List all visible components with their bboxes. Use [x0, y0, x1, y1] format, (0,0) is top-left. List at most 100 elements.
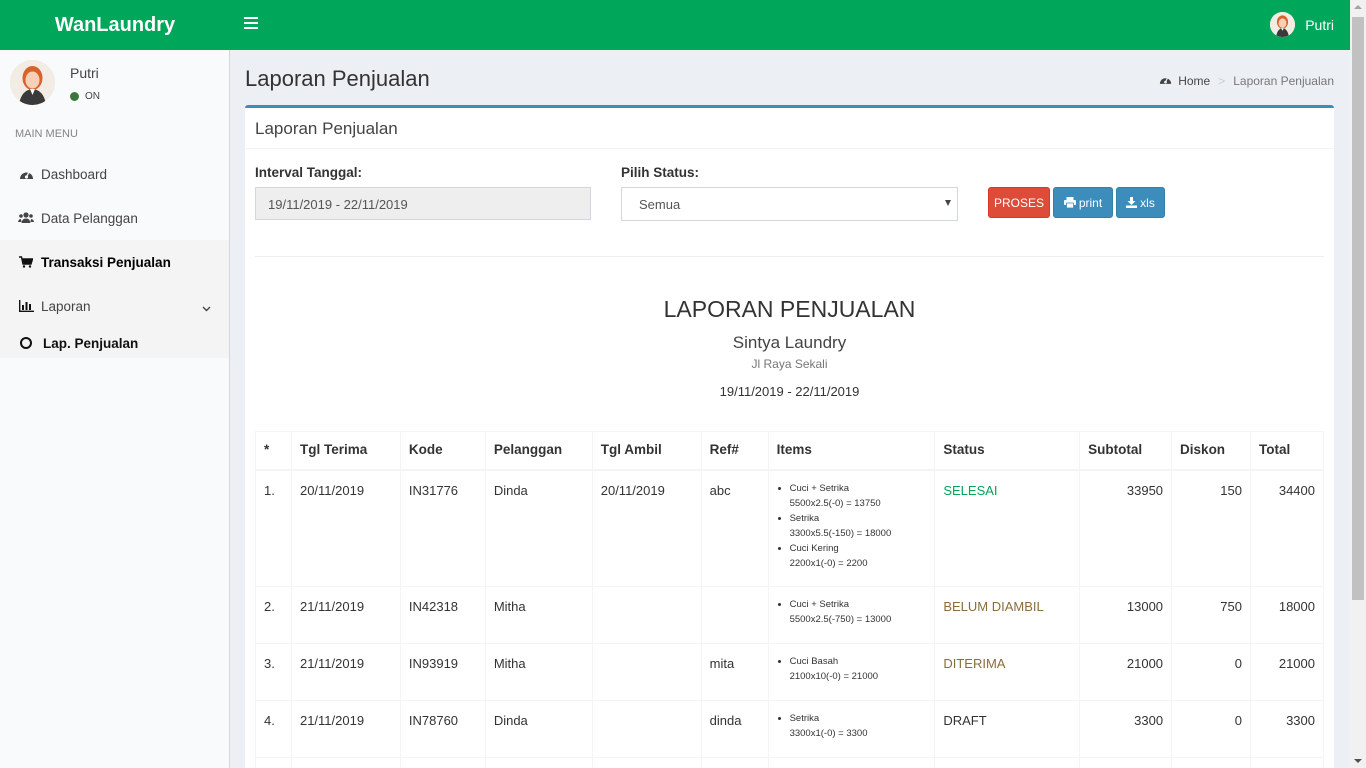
chevron-down-icon: [202, 300, 211, 315]
sidebar-item-dashboard[interactable]: Dashboard: [0, 152, 229, 196]
item-calc: 5500x2.5(-750) = 13000: [789, 614, 892, 625]
list-item: Cuci Kering 2200x1(-0) = 2200: [790, 541, 927, 571]
item-name: Cuci Basah: [789, 656, 839, 667]
user-panel: Putri ON: [10, 60, 220, 110]
cell-tgl-ambil: [591, 643, 702, 701]
breadcrumb: Home > Laporan Penjualan: [1159, 74, 1334, 88]
cell-total: 34400: [1249, 469, 1325, 587]
sidebar: Putri ON MAIN MENU Dashboard Data Pelang…: [0, 50, 230, 768]
cart-icon: [18, 255, 34, 269]
cell-pelanggan: Dinda: [484, 700, 593, 758]
column-header: Kode: [399, 431, 486, 471]
list-item: Cuci + Setrika 5500x2.5(-0) = 13750: [790, 481, 927, 511]
items-list: Cuci + Setrika 5500x2.5(-0) = 13750 Setri…: [777, 481, 927, 571]
item-calc: 2200x1(-0) = 2200: [789, 557, 868, 569]
print-icon: [1063, 197, 1076, 208]
report-heading: LAPORAN PENJUALAN: [663, 296, 916, 322]
circle-icon: [20, 337, 32, 349]
sidebar-item-label: Transaksi Penjualan: [41, 254, 171, 270]
cell-empty: [1171, 757, 1251, 768]
cell-items: Setrika 3300x1(-0) = 3300: [767, 700, 936, 758]
vertical-scrollbar[interactable]: [1350, 0, 1366, 768]
cell-empty: [255, 757, 292, 768]
status-label: ON: [85, 91, 100, 102]
cell-kode: IN31776: [399, 469, 486, 587]
list-item: Cuci Basah 2100x10(-0) = 21000: [790, 654, 927, 684]
print-button-label: print: [1078, 195, 1103, 210]
scroll-down-arrow-icon[interactable]: [1354, 759, 1362, 763]
cell-total: 3300: [1249, 700, 1325, 758]
user-menu[interactable]: Putri: [1270, 12, 1334, 37]
cell-tgl-terima: 21/11/2019: [290, 643, 401, 701]
cell-empty: [934, 757, 1081, 768]
status-filter-label: Pilih Status:: [621, 165, 700, 180]
breadcrumb-current: Laporan Penjualan: [1233, 74, 1334, 88]
cell-no: 1.: [255, 469, 292, 587]
date-range-input[interactable]: 19/11/2019 - 22/11/2019: [255, 187, 591, 220]
sidebar-item-transaksi-penjualan[interactable]: Transaksi Penjualan: [0, 240, 229, 284]
item-calc: 3300x5.5(-150) = 18000: [789, 527, 892, 539]
scrollbar-thumb[interactable]: [1352, 17, 1364, 600]
caret-down-icon: [945, 200, 951, 206]
list-item: Setrika 3300x5.5(-150) = 18000: [790, 511, 927, 541]
cell-empty: [399, 757, 486, 768]
cell-tgl-terima: 21/11/2019: [290, 700, 401, 758]
report-company: Sintya Laundry: [732, 333, 847, 352]
column-header: Items: [767, 431, 936, 471]
date-interval-label: Interval Tanggal:: [255, 165, 363, 180]
sidebar-item-label: Laporan: [41, 298, 91, 314]
table-row: 1. 20/11/2019 IN31776 Dinda 20/11/2019 a…: [255, 469, 1325, 587]
brand-logo[interactable]: WanLaundry: [0, 0, 230, 50]
table-header-row: * Tgl Terima Kode Pelanggan Tgl Ambil Re…: [255, 431, 1325, 471]
cell-empty: [290, 757, 401, 768]
cell-diskon: 0: [1171, 643, 1251, 701]
avatar: [10, 60, 55, 105]
cell-status: DRAFT: [934, 700, 1081, 758]
top-user-name: Putri: [1305, 16, 1334, 33]
column-header: Total: [1249, 431, 1325, 471]
list-item: Cuci + Setrika 5500x2.5(-750) = 13000: [790, 597, 927, 627]
cell-tgl-ambil: 20/11/2019: [591, 469, 702, 587]
sidebar-subitem-lap-penjualan[interactable]: Lap. Penjualan: [0, 328, 229, 358]
cell-ref: mita: [700, 643, 769, 701]
list-item: Setrika 3300x1(-0) = 3300: [790, 711, 927, 741]
cell-status: DITERIMA: [934, 643, 1081, 701]
item-name: Cuci + Setrika: [789, 599, 849, 610]
sidebar-item-data-pelanggan[interactable]: Data Pelanggan: [0, 196, 229, 240]
cell-empty: [1249, 757, 1325, 768]
cell-items: Cuci Basah 2100x10(-0) = 21000: [767, 643, 936, 701]
sidebar-item-label: Dashboard: [41, 166, 108, 182]
top-navbar: WanLaundry Putri: [0, 0, 1350, 50]
cell-no: 3.: [255, 643, 292, 701]
scroll-up-arrow-icon[interactable]: [1354, 5, 1362, 9]
hamburger-menu-icon[interactable]: [244, 17, 258, 31]
table-row: [255, 757, 1325, 768]
column-header: Status: [934, 431, 1081, 471]
column-header: Pelanggan: [484, 431, 593, 471]
sidebar-item-laporan[interactable]: Laporan: [0, 284, 229, 328]
cell-status: BELUM DIAMBIL: [934, 586, 1081, 644]
item-calc: 2100x10(-0) = 21000: [789, 671, 879, 682]
status-select[interactable]: Semua: [621, 187, 958, 221]
proses-button[interactable]: PROSES: [988, 187, 1050, 218]
column-header: Tgl Terima: [290, 431, 401, 471]
column-header: Diskon: [1171, 431, 1251, 471]
cell-ref: abc: [700, 469, 769, 587]
online-status: ON: [70, 91, 100, 102]
table-row: 3. 21/11/2019 IN93919 Mitha mita Cuci Ba…: [255, 643, 1325, 701]
box-title: Laporan Penjualan: [245, 108, 1334, 149]
users-icon: [18, 211, 34, 225]
item-name: Setrika: [789, 713, 820, 724]
cell-total: 18000: [1249, 586, 1325, 644]
dashboard-icon: [1159, 74, 1172, 88]
cell-kode: IN93919: [399, 643, 486, 701]
cell-empty: [484, 757, 593, 768]
status-select-value: Semua: [639, 197, 681, 212]
breadcrumb-home[interactable]: Home: [1178, 74, 1210, 88]
print-button[interactable]: print: [1053, 187, 1113, 218]
xls-button[interactable]: xls: [1116, 187, 1165, 218]
cell-subtotal: 21000: [1079, 643, 1173, 701]
sidebar-subitem-label: Lap. Penjualan: [43, 335, 139, 351]
cell-ref: [700, 586, 769, 644]
cell-pelanggan: Mitha: [484, 643, 593, 701]
